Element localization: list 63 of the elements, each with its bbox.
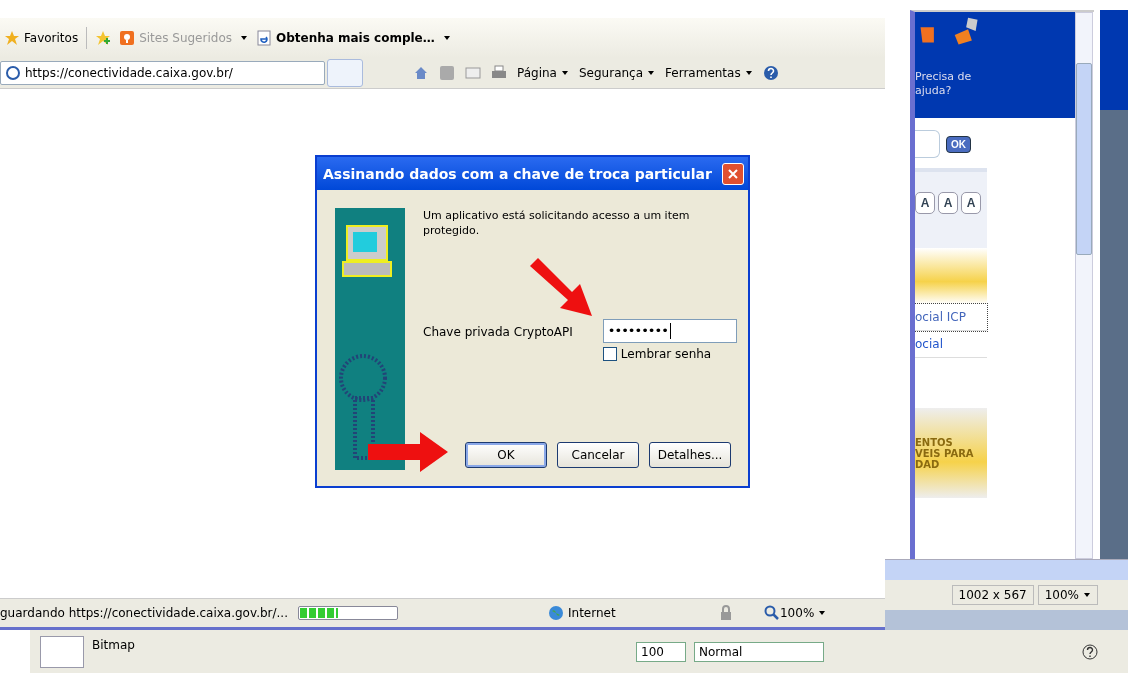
font-size-button[interactable]: A bbox=[915, 192, 935, 214]
globe-icon bbox=[548, 605, 564, 621]
command-menu[interactable]: Ferramentas bbox=[665, 66, 753, 80]
help-text[interactable]: Precisa de ajuda? bbox=[915, 70, 975, 99]
opacity-field[interactable]: 100 bbox=[636, 641, 686, 662]
banner-text: VEIS PARA bbox=[915, 447, 975, 459]
home-icon[interactable] bbox=[413, 65, 429, 81]
dialog-button[interactable]: Cancelar bbox=[557, 442, 639, 468]
menu-link[interactable]: ocial bbox=[915, 331, 987, 358]
web-slice-button[interactable]: Obtenha mais comple… bbox=[256, 30, 451, 46]
dialog-message: Um aplicativo está solicitando acesso a um item protegido. bbox=[423, 208, 691, 239]
password-label: Chave privada CryptoAPI bbox=[423, 324, 573, 341]
dialog-button[interactable]: Detalhes... bbox=[649, 442, 731, 468]
add-favorite-icon[interactable] bbox=[95, 30, 112, 46]
font-size-button[interactable]: A bbox=[938, 192, 958, 214]
address-field[interactable]: https://conectividade.caixa.gov.br/ bbox=[0, 61, 325, 85]
zone-label: Internet bbox=[548, 605, 708, 621]
search-field[interactable] bbox=[915, 130, 940, 158]
caret-icon bbox=[1083, 591, 1091, 599]
dialog-button[interactable]: OK bbox=[465, 442, 547, 468]
layer-name: Bitmap bbox=[92, 638, 136, 652]
layer-thumbnail[interactable] bbox=[40, 635, 84, 668]
promo-banner[interactable]: ENTOS VEIS PARA DAD bbox=[915, 408, 987, 498]
zoom-dropdown[interactable]: 100% bbox=[1037, 585, 1098, 605]
zoom-button[interactable]: 100% bbox=[764, 605, 827, 621]
magnifier-icon bbox=[764, 605, 780, 621]
mail-icon[interactable] bbox=[465, 65, 481, 81]
printer-icon[interactable] bbox=[491, 65, 507, 81]
caret-icon bbox=[240, 34, 248, 42]
password-field[interactable]: ••••••••• bbox=[602, 318, 737, 343]
horizontal-scrollbar[interactable] bbox=[885, 559, 1128, 580]
caret-icon bbox=[744, 69, 753, 77]
vertical-scrollbar[interactable] bbox=[1075, 12, 1093, 559]
star-icon bbox=[4, 30, 20, 46]
status-text: guardando https://conectividade.caixa.gov.br/... bbox=[0, 605, 288, 621]
close-icon bbox=[728, 168, 738, 179]
favorites-button[interactable]: Favoritos bbox=[4, 30, 79, 46]
annotation-arrow bbox=[530, 258, 592, 316]
banner-text: ENTOS bbox=[915, 436, 954, 448]
lock-icon[interactable] bbox=[718, 605, 734, 621]
dialog-title: Assinando dados com a chave de troca particular bbox=[323, 165, 712, 182]
close-button[interactable] bbox=[722, 162, 744, 185]
font-size-button[interactable]: A bbox=[961, 192, 981, 214]
search-button[interactable]: OK bbox=[946, 135, 971, 153]
remember-checkbox[interactable]: Lembrar senha bbox=[602, 346, 737, 361]
caret-icon bbox=[560, 69, 569, 77]
blend-mode-dropdown[interactable]: Normal bbox=[694, 641, 824, 662]
caret-icon bbox=[442, 34, 451, 42]
feed-icon[interactable] bbox=[439, 65, 455, 81]
help-icon[interactable] bbox=[762, 65, 779, 81]
menu-link[interactable]: ocial ICP bbox=[915, 304, 987, 331]
caret-icon bbox=[647, 69, 656, 77]
command-menu[interactable]: Página bbox=[517, 66, 569, 80]
globe-icon bbox=[5, 65, 21, 81]
bulb-icon bbox=[119, 30, 136, 46]
page-icon bbox=[256, 30, 272, 46]
caret-icon bbox=[818, 609, 827, 617]
new-tab-button[interactable] bbox=[327, 59, 363, 87]
command-menu[interactable]: Segurança bbox=[578, 66, 656, 80]
dimensions-label: 1002 x 567 bbox=[951, 585, 1034, 605]
banner-text: DAD bbox=[915, 458, 941, 470]
banner-strip bbox=[915, 248, 987, 304]
help-icon[interactable] bbox=[1082, 643, 1098, 660]
